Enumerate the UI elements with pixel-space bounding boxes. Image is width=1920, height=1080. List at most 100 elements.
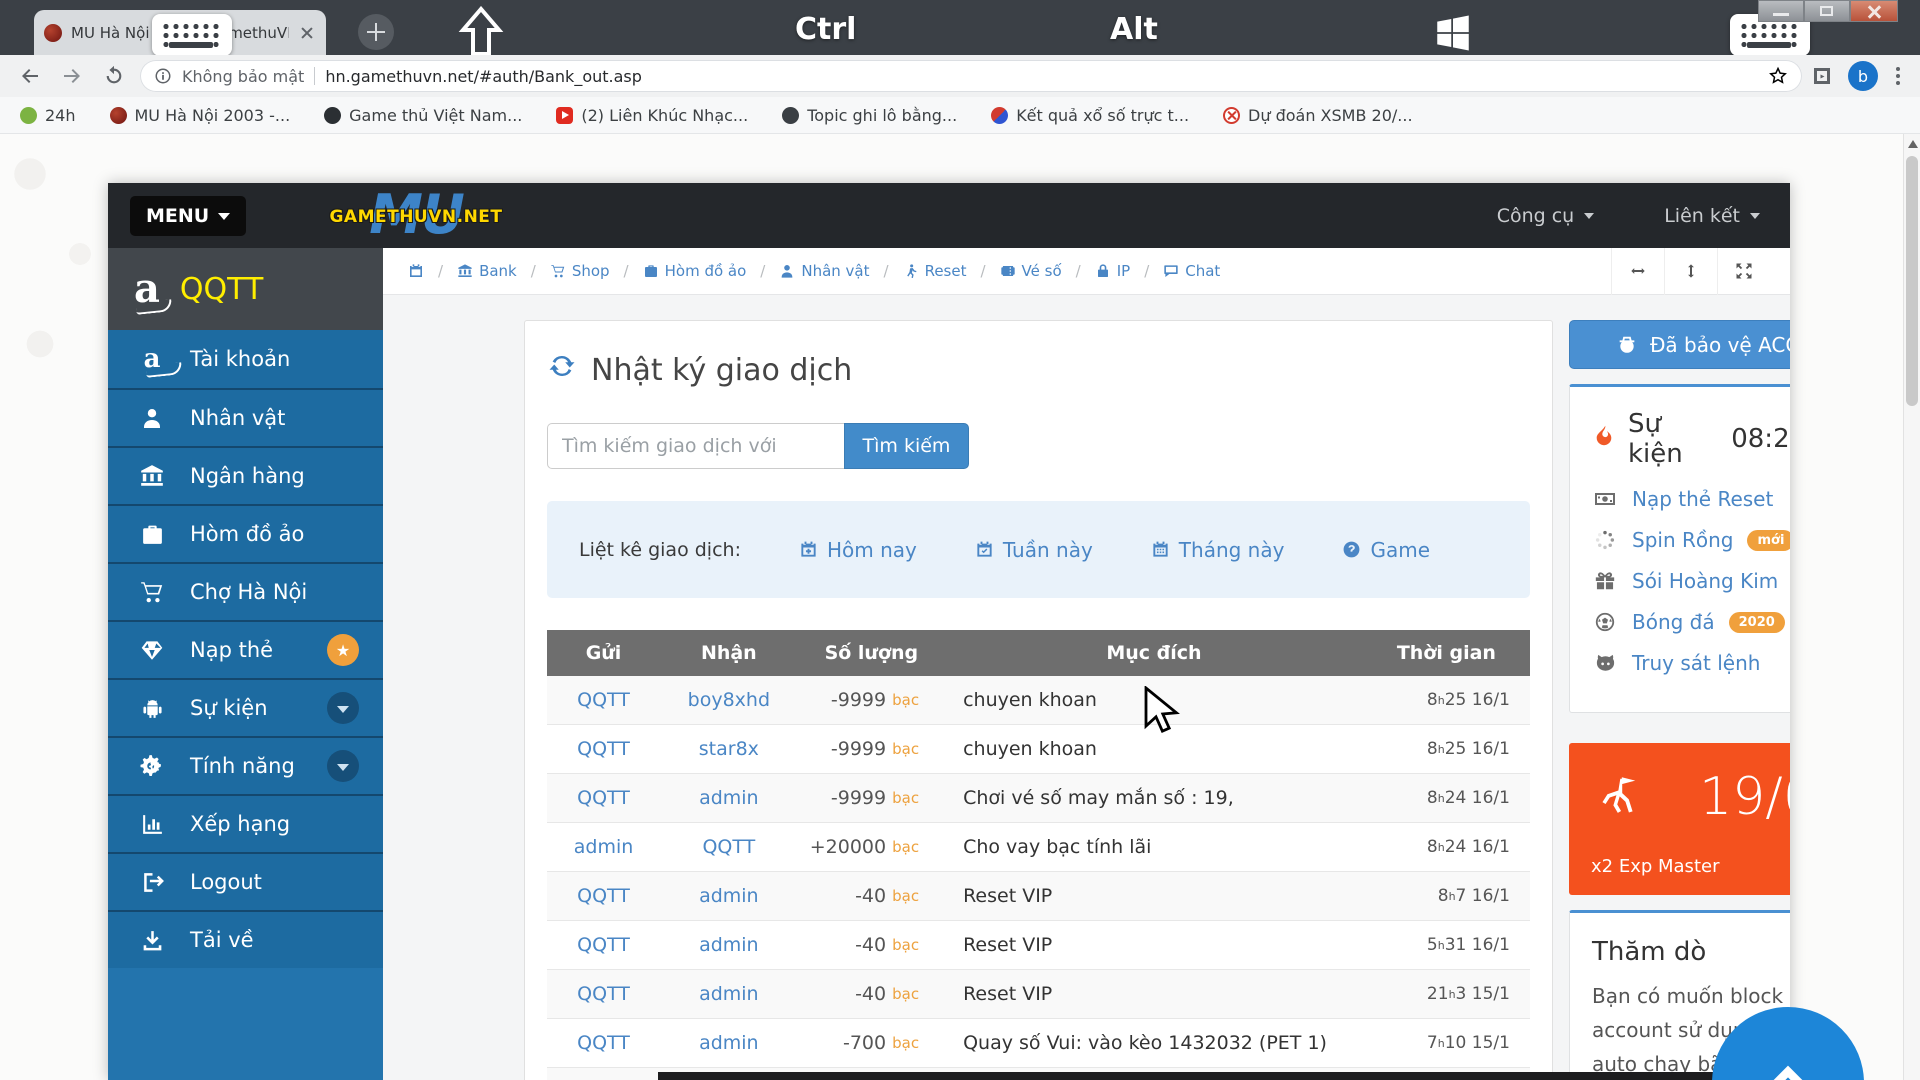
event-truy-sat-lenh[interactable]: Truy sát lệnh hot [1592, 651, 1790, 675]
sidebar-item-logout[interactable]: Logout [108, 852, 383, 910]
bookmark-youtube[interactable]: (2) Liên Khúc Nhạc... [556, 106, 748, 125]
bank-icon [138, 463, 166, 489]
menu-button[interactable]: MENU [130, 196, 246, 236]
forward-button[interactable] [56, 60, 88, 92]
browser-menu-icon[interactable] [1892, 63, 1904, 89]
sidebar-item-hom-do-ao[interactable]: Hòm đồ ảo [108, 504, 383, 562]
event-nap-the-reset[interactable]: Nạp thẻ Reset 25% [1592, 487, 1790, 511]
sender-link[interactable]: QQTT [577, 787, 630, 809]
receiver-link[interactable]: star8x [699, 738, 759, 760]
sidebar-item-tinh-nang[interactable]: Tính năng [108, 736, 383, 794]
ticket-icon [1000, 263, 1016, 279]
filter-label: Liệt kê giao dịch: [579, 539, 741, 561]
receiver-link[interactable]: QQTT [702, 836, 755, 858]
breadcrumb-nhan-vat[interactable]: Nhân vật [779, 262, 869, 280]
bookmark-star-icon[interactable] [1768, 66, 1788, 86]
bookmark-ketqua-xoso[interactable]: Kết quả xổ số trực t... [991, 106, 1189, 125]
x-circle-icon [1223, 107, 1240, 124]
sender-cell: QQTT [547, 970, 660, 1018]
filter-game[interactable]: Game [1342, 538, 1430, 562]
sidebar-item-nap-the[interactable]: Nạp thẻ [108, 620, 383, 678]
sender-link[interactable]: QQTT [577, 689, 630, 711]
breadcrumb-bank[interactable]: Bank [457, 262, 517, 280]
scrollbar-up-arrow[interactable] [1908, 140, 1918, 148]
nav-links-dropdown[interactable]: Liên kết [1664, 205, 1760, 227]
receiver-link[interactable]: boy8xhd [688, 689, 770, 711]
resize-horizontal-icon[interactable] [1611, 248, 1664, 295]
bookmark-topic[interactable]: Topic ghi lô bằng... [782, 106, 957, 125]
bookmark-mu-hanoi[interactable]: MU Hà Nội 2003 -... [110, 106, 291, 125]
receiver-link[interactable]: admin [699, 1032, 759, 1054]
currency-unit: bạc [892, 985, 919, 1003]
sidebar-item-tai-ve[interactable]: Tải về [108, 910, 383, 968]
filter-today[interactable]: Hôm nay [799, 538, 917, 562]
site-logo[interactable]: MU GAMETHUVN.NET [326, 187, 506, 245]
breadcrumb-hom-do-ao[interactable]: Hòm đồ ảo [643, 262, 747, 280]
amount-value: +20000 [810, 836, 886, 858]
breadcrumb-home[interactable] [408, 263, 424, 279]
extension-icon[interactable] [1810, 64, 1834, 88]
sender-link[interactable]: QQTT [577, 1032, 630, 1054]
address-bar[interactable]: Không bảo mật hn.gamethuvn.net/#auth/Ban… [140, 60, 1802, 92]
logout-icon [138, 870, 166, 895]
sender-link[interactable]: QQTT [577, 885, 630, 907]
info-icon[interactable] [154, 67, 172, 85]
tab-close-icon[interactable] [298, 24, 316, 42]
sidebar-item-cho-ha-noi[interactable]: Chợ Hà Nội [108, 562, 383, 620]
back-button[interactable] [14, 60, 46, 92]
breadcrumb-ip[interactable]: IP [1095, 262, 1130, 280]
breadcrumb-shop[interactable]: Shop [550, 262, 610, 280]
nav-tools-dropdown[interactable]: Công cụ [1497, 205, 1595, 227]
receiver-link[interactable]: admin [699, 934, 759, 956]
window-close-button[interactable] [1850, 0, 1898, 22]
search-button[interactable]: Tìm kiếm [844, 423, 969, 469]
protect-acc-ip-button[interactable]: Đã bảo vệ ACC/IP [1569, 320, 1790, 369]
cart-icon [550, 263, 566, 279]
breadcrumb-reset[interactable]: Reset [903, 262, 967, 280]
breadcrumb-ve-so[interactable]: Vé số [1000, 262, 1062, 280]
sidebar-item-xep-hang[interactable]: Xếp hạng [108, 794, 383, 852]
currency-unit: bạc [892, 789, 919, 807]
bookmark-gamethu[interactable]: Game thủ Việt Nam... [324, 106, 522, 125]
event-date-banner[interactable]: 19/01 x2 Exp Master [1569, 743, 1790, 895]
page-scrollbar[interactable] [1903, 134, 1920, 1080]
sender-link[interactable]: QQTT [577, 934, 630, 956]
receiver-link[interactable]: admin [699, 787, 759, 809]
filter-this-week[interactable]: Tuần này [975, 538, 1093, 562]
scrollbar-thumb[interactable] [1906, 156, 1918, 406]
events-countdown: 08:29:55 [1731, 424, 1790, 454]
reload-button[interactable] [98, 60, 130, 92]
table-row: QQTT boy8xhd -9999bạc chuyen khoan 8h25 … [547, 676, 1530, 725]
new-tab-button[interactable] [358, 14, 394, 50]
sidebar-item-nhan-vat[interactable]: Nhân vật [108, 388, 383, 446]
sidebar-item-su-kien[interactable]: Sự kiện [108, 678, 383, 736]
receiver-link[interactable]: admin [699, 885, 759, 907]
chevron-down-icon[interactable] [327, 692, 359, 724]
purpose-cell: Reset VIP [945, 921, 1363, 969]
window-maximize-button[interactable] [1804, 0, 1850, 22]
sender-link[interactable]: QQTT [577, 738, 630, 760]
receiver-link[interactable]: admin [699, 983, 759, 1005]
window-minimize-button[interactable] [1758, 0, 1804, 22]
table-row: QQTT star8x -9999bạc chuyen khoan 8h25 1… [547, 725, 1530, 774]
sidebar-item-tai-khoan[interactable]: aTài khoản [108, 330, 383, 388]
url-text[interactable]: hn.gamethuvn.net/#auth/Bank_out.asp [325, 67, 1758, 86]
bookmark-24h[interactable]: 24h [20, 106, 76, 125]
breadcrumb-chat[interactable]: Chat [1163, 262, 1220, 280]
fullscreen-icon[interactable] [1717, 248, 1770, 295]
sidebar-item-ngan-hang[interactable]: Ngân hàng [108, 446, 383, 504]
filter-this-month[interactable]: Tháng này [1151, 538, 1285, 562]
chevron-down-icon [1750, 213, 1760, 219]
search-input[interactable] [547, 423, 844, 469]
sender-link[interactable]: admin [574, 836, 634, 858]
window-bottom-edge [658, 1072, 1790, 1080]
event-soi-hoang-kim[interactable]: Sói Hoàng Kim 10k [1592, 569, 1790, 593]
bookmark-dudoan-xsmb[interactable]: Dự đoán XSMB 20/... [1223, 106, 1413, 125]
chevron-down-icon[interactable] [327, 750, 359, 782]
profile-avatar[interactable]: b [1848, 61, 1878, 91]
refresh-icon[interactable] [547, 351, 577, 389]
event-spin-rong[interactable]: Spin Rồng mới [1592, 528, 1790, 552]
sender-link[interactable]: QQTT [577, 983, 630, 1005]
resize-vertical-icon[interactable] [1664, 248, 1717, 295]
event-bong-da[interactable]: Bóng đá 2020 [1592, 610, 1790, 634]
